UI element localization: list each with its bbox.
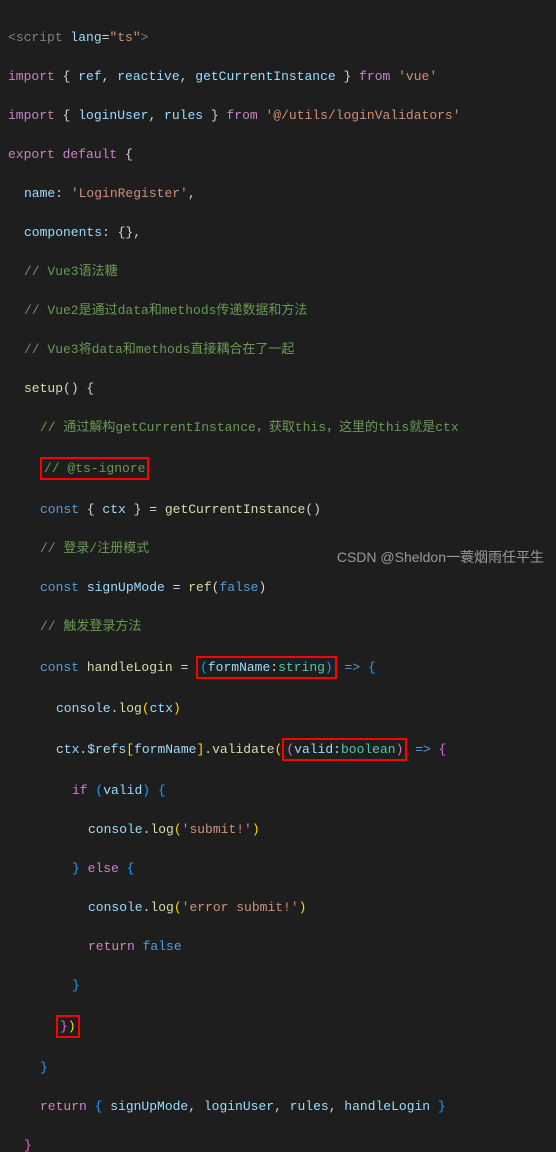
code-line: } else { bbox=[8, 859, 548, 879]
code-line: const handleLogin = (formName:string) =>… bbox=[8, 656, 548, 680]
code-line: console.log('error submit!') bbox=[8, 898, 548, 918]
code-line: name: 'LoginRegister', bbox=[8, 184, 548, 204]
code-line: } bbox=[8, 976, 548, 996]
code-line: // Vue3语法糖 bbox=[8, 262, 548, 282]
code-line: // 触发登录方法 bbox=[8, 617, 548, 637]
code-line: if (valid) { bbox=[8, 781, 548, 801]
code-line: const { ctx } = getCurrentInstance() bbox=[8, 500, 548, 520]
highlight-box-close: }) bbox=[56, 1015, 80, 1039]
code-line: <script lang="ts"> bbox=[8, 28, 548, 48]
code-line: // Vue3将data和methods直接耦合在了一起 bbox=[8, 340, 548, 360]
code-line: export default { bbox=[8, 145, 548, 165]
code-line: }) bbox=[8, 1015, 548, 1039]
code-line: // @ts-ignore bbox=[8, 457, 548, 481]
code-line: } bbox=[8, 1136, 548, 1152]
watermark-text: CSDN @Sheldon一蓑烟雨任平生 bbox=[337, 547, 544, 568]
highlight-box-param1: (formName:string) bbox=[196, 656, 337, 680]
code-line: import { ref, reactive, getCurrentInstan… bbox=[8, 67, 548, 87]
code-line: components: {}, bbox=[8, 223, 548, 243]
code-line: console.log(ctx) bbox=[8, 699, 548, 719]
code-line: ctx.$refs[formName].validate((valid:bool… bbox=[8, 738, 548, 762]
code-line: setup() { bbox=[8, 379, 548, 399]
code-line: return { signUpMode, loginUser, rules, h… bbox=[8, 1097, 548, 1117]
highlight-box-ts-ignore: // @ts-ignore bbox=[40, 457, 149, 481]
code-line: // 通过解构getCurrentInstance，获取this，这里的this… bbox=[8, 418, 548, 438]
highlight-box-param2: (valid:boolean) bbox=[282, 738, 407, 762]
code-line: // Vue2是通过data和methods传递数据和方法 bbox=[8, 301, 548, 321]
code-line: import { loginUser, rules } from '@/util… bbox=[8, 106, 548, 126]
code-editor[interactable]: <script lang="ts"> import { ref, reactiv… bbox=[8, 8, 548, 1152]
code-line: } bbox=[8, 1058, 548, 1078]
code-line: const signUpMode = ref(false) bbox=[8, 578, 548, 598]
code-line: return false bbox=[8, 937, 548, 957]
code-line: console.log('submit!') bbox=[8, 820, 548, 840]
